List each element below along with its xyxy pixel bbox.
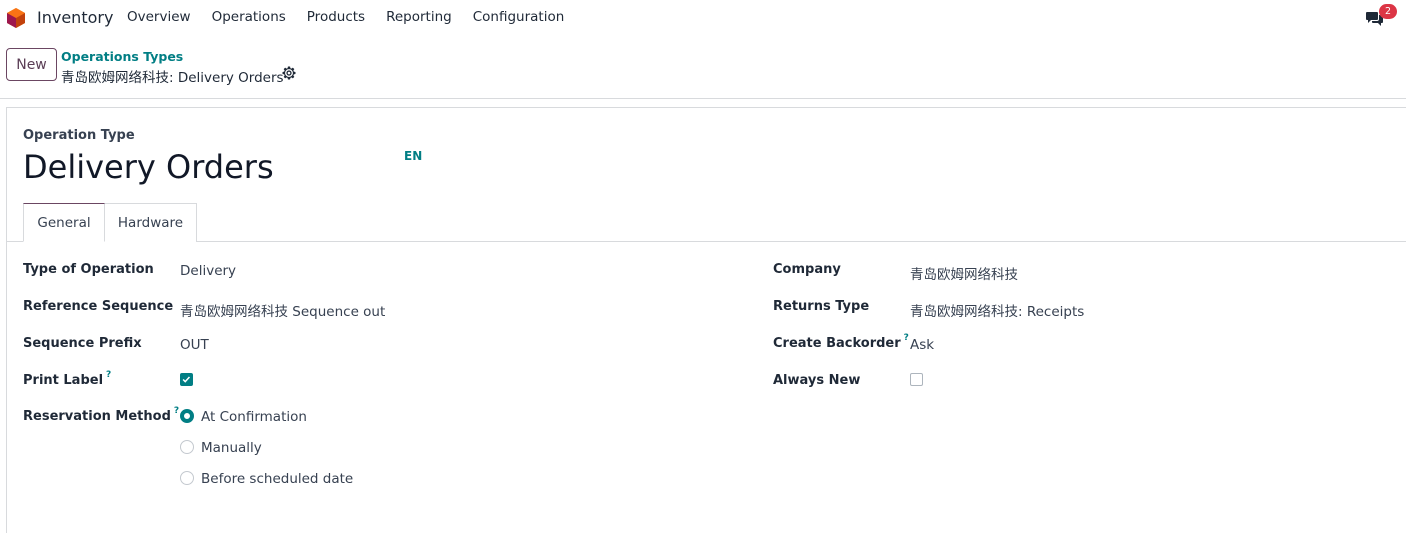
app-name[interactable]: Inventory (37, 8, 113, 27)
top-navbar: Inventory Overview Operations Products R… (0, 0, 1406, 36)
radio-label-at-confirmation[interactable]: At Confirmation (201, 409, 307, 425)
company-label: Company (773, 262, 841, 277)
type-of-operation-value[interactable]: Delivery (180, 263, 236, 279)
radio-label-before-scheduled-date[interactable]: Before scheduled date (201, 471, 353, 487)
returns-type-value[interactable]: 青岛欧姆网络科技: Receipts (910, 300, 1084, 320)
main-menu: Overview Operations Products Reporting C… (127, 9, 585, 25)
menu-item-configuration[interactable]: Configuration (473, 9, 565, 25)
sequence-prefix-label: Sequence Prefix (23, 336, 142, 351)
tab-hardware[interactable]: Hardware (104, 203, 197, 242)
returns-type-label: Returns Type (773, 299, 870, 314)
language-toggle[interactable]: EN (404, 149, 422, 163)
tabs-underline (6, 241, 1406, 242)
help-tooltip-icon[interactable]: ? (904, 333, 909, 343)
breadcrumb-current: 青岛欧姆网络科技: Delivery Orders (61, 70, 284, 86)
checkmark-icon (182, 376, 191, 383)
operation-type-label: Operation Type (23, 128, 135, 143)
type-of-operation-label: Type of Operation (23, 262, 154, 277)
menu-item-overview[interactable]: Overview (127, 9, 191, 25)
reference-sequence-value[interactable]: 青岛欧姆网络科技 Sequence out (180, 300, 385, 320)
help-tooltip-icon[interactable]: ? (174, 406, 179, 416)
radio-before-scheduled-date[interactable] (180, 471, 194, 485)
always-new-checkbox[interactable] (910, 373, 923, 386)
always-new-label: Always New (773, 373, 861, 388)
new-button[interactable]: New (6, 48, 57, 81)
notification-badge: 2 (1379, 4, 1397, 19)
menu-item-products[interactable]: Products (307, 9, 365, 25)
print-label-checkbox[interactable] (180, 373, 193, 386)
create-backorder-value[interactable]: Ask (910, 337, 934, 353)
gear-icon[interactable] (282, 66, 296, 80)
company-value[interactable]: 青岛欧姆网络科技 (910, 263, 1018, 283)
tab-general[interactable]: General (23, 203, 105, 242)
control-panel-divider (0, 98, 1406, 99)
radio-at-confirmation[interactable] (180, 409, 194, 423)
sequence-prefix-value[interactable]: OUT (180, 337, 209, 353)
print-label-label: Print Label? (23, 370, 112, 388)
menu-item-reporting[interactable]: Reporting (386, 9, 452, 25)
radio-manually[interactable] (180, 440, 194, 454)
help-tooltip-icon[interactable]: ? (106, 370, 111, 380)
breadcrumb-parent-link[interactable]: Operations Types (61, 49, 183, 64)
record-title[interactable]: Delivery Orders (23, 148, 274, 186)
radio-label-manually[interactable]: Manually (201, 440, 262, 456)
menu-item-operations[interactable]: Operations (212, 9, 286, 25)
reference-sequence-label: Reference Sequence (23, 299, 174, 314)
create-backorder-label: Create Backorder? (773, 333, 909, 351)
reservation-method-label: Reservation Method? (23, 406, 180, 424)
inventory-app-logo[interactable] (6, 7, 26, 29)
